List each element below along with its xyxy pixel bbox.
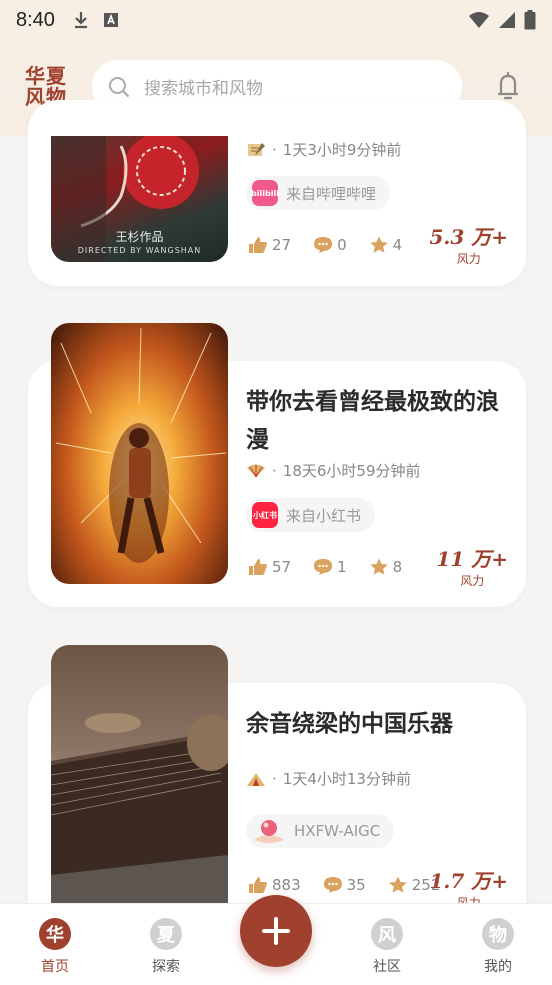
wifi-icon <box>469 12 489 28</box>
favorite-button[interactable]: 4 <box>369 236 403 254</box>
status-system <box>468 10 536 30</box>
nav-home-label: 首页 <box>41 959 69 975</box>
bilibili-icon: bilibili <box>251 180 279 206</box>
aigc-avatar-icon <box>254 820 284 843</box>
star-icon <box>388 876 407 893</box>
explore-icon: 夏 <box>150 918 182 950</box>
nav-community[interactable]: 风 社区 <box>357 918 417 976</box>
favorite-count: 4 <box>392 236 403 254</box>
nav-community-label: 社区 <box>373 959 401 975</box>
post-time: 1天4小时13分钟前 <box>282 770 411 788</box>
xiaohongshu-icon: 小红书 <box>252 502 278 528</box>
status-notifications <box>73 11 119 29</box>
nav-mine-label: 我的 <box>484 959 512 975</box>
create-post-button[interactable] <box>240 895 312 967</box>
thumb-caption: 王杉作品 <box>115 230 164 244</box>
community-icon: 风 <box>371 918 403 950</box>
favorite-count: 8 <box>392 558 403 576</box>
like-button[interactable]: 27 <box>248 236 291 254</box>
search-icon <box>109 76 130 97</box>
source-label: 来自小红书 <box>286 506 362 525</box>
like-count: 27 <box>272 236 292 254</box>
post-time: 1天3小时9分钟前 <box>282 141 402 159</box>
thumbs-up-icon <box>249 237 267 253</box>
comment-button[interactable]: 35 <box>323 876 366 894</box>
post-thumbnail[interactable]: 王杉作品 DIRECTED BY WANGSHAN <box>51 136 228 262</box>
post-thumbnail[interactable] <box>51 645 228 903</box>
thumb-subcaption: DIRECTED BY WANGSHAN <box>77 246 202 255</box>
nav-explore[interactable]: 夏 探索 <box>136 918 196 976</box>
like-count: 883 <box>272 876 301 894</box>
post-title[interactable]: 余音绕梁的中国乐器 <box>246 705 506 743</box>
power-label: 风力 <box>460 574 485 588</box>
power-value: 5.3 万+ <box>429 225 508 249</box>
bell-icon[interactable] <box>492 70 524 102</box>
thumbs-up-icon <box>249 877 267 893</box>
post-source[interactable]: 小红书 来自小红书 <box>246 498 376 532</box>
status-time: 8:40 <box>16 8 55 31</box>
post-time: 18天6小时59分钟前 <box>282 462 421 480</box>
post-meta: · 1天3小时9分钟前 <box>246 139 401 160</box>
signal-icon <box>499 12 515 28</box>
post-meta: · 18天6小时59分钟前 <box>246 460 421 481</box>
fan-icon <box>247 464 265 477</box>
post-title[interactable]: 带你去看曾经最极致的浪漫 <box>246 383 506 459</box>
comment-button[interactable]: 1 <box>313 558 347 576</box>
font-icon <box>103 13 118 27</box>
plus-icon <box>262 917 290 945</box>
wind-power: 11 万+ 风力 <box>436 548 508 589</box>
nav-home[interactable]: 华 首页 <box>25 918 85 976</box>
nav-mine[interactable]: 物 我的 <box>468 918 528 976</box>
nav-explore-label: 探索 <box>152 959 180 975</box>
post-thumbnail[interactable] <box>51 323 228 584</box>
mine-icon: 物 <box>482 918 514 950</box>
favorite-button[interactable]: 8 <box>369 558 403 576</box>
status-bar: 8:40 <box>0 0 552 40</box>
source-label: 来自哔哩哔哩 <box>286 184 377 203</box>
star-icon <box>369 236 388 253</box>
like-button[interactable]: 57 <box>248 558 291 576</box>
power-label: 风力 <box>456 252 481 266</box>
like-count: 57 <box>272 558 292 576</box>
post-stats: 27 0 4 <box>248 236 424 254</box>
home-icon: 华 <box>39 918 71 950</box>
comment-icon <box>314 559 333 575</box>
comment-button[interactable]: 0 <box>313 236 347 254</box>
search-placeholder: 搜索城市和风物 <box>144 79 263 99</box>
post-stats: 57 1 8 <box>248 558 424 576</box>
comment-count: 1 <box>337 558 347 576</box>
wind-power: 5.3 万+ 风力 <box>429 226 508 267</box>
source-label: HXFW-AIGC <box>294 822 381 840</box>
download-icon <box>74 12 87 29</box>
post-source[interactable]: HXFW-AIGC <box>246 814 395 848</box>
post-meta: · 1天4小时13分钟前 <box>246 768 411 789</box>
scroll-icon <box>248 142 265 156</box>
comment-count: 0 <box>337 236 347 254</box>
tent-icon <box>247 772 265 786</box>
power-value: 1.7 万+ <box>429 869 508 893</box>
comment-icon <box>323 877 342 893</box>
battery-icon <box>524 10 536 30</box>
comment-count: 35 <box>346 876 366 894</box>
instrument-image <box>51 713 228 903</box>
post-source[interactable]: bilibili 来自哔哩哔哩 <box>246 176 391 210</box>
firework-image <box>55 327 227 563</box>
comment-icon <box>314 237 333 253</box>
star-icon <box>369 558 388 575</box>
thumbs-up-icon <box>249 559 267 575</box>
like-button[interactable]: 883 <box>248 876 301 894</box>
power-value: 11 万+ <box>436 547 508 571</box>
